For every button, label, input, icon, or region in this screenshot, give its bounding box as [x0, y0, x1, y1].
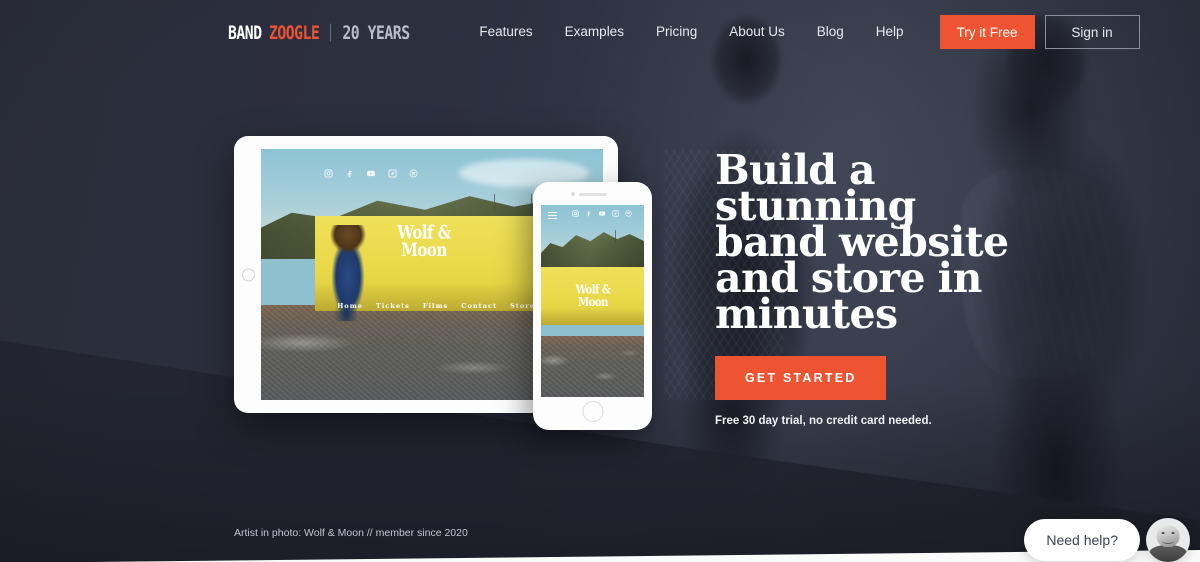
- bandcamp-icon[interactable]: [612, 210, 619, 217]
- instagram-icon[interactable]: [324, 169, 333, 178]
- spotify-icon[interactable]: [409, 169, 418, 178]
- avatar-smile: [1162, 538, 1174, 544]
- facebook-icon[interactable]: [585, 210, 592, 217]
- artwork-utility-pole: [493, 194, 495, 212]
- need-help-button[interactable]: Need help?: [1024, 519, 1140, 561]
- photo-credit-caption: Artist in photo: Wolf & Moon // member s…: [234, 527, 468, 539]
- avatar-body: [1149, 545, 1187, 562]
- artwork-utility-pole: [615, 229, 617, 244]
- band-logo-tablet: Wolf & Moon: [389, 223, 459, 262]
- site-nav-home[interactable]: Home: [337, 302, 363, 310]
- logo-text-zoogle: ZOOGLE: [268, 20, 320, 44]
- site-nav-contact[interactable]: Contact: [461, 302, 497, 310]
- artwork-site-nav-tablet: Home Tickets Films Contact Store: [301, 302, 571, 310]
- need-help-widget: Need help?: [1024, 518, 1190, 562]
- hamburger-menu-icon[interactable]: [548, 212, 557, 219]
- nav-item-pricing[interactable]: Pricing: [640, 25, 713, 39]
- main-navigation: Features Examples Pricing About Us Blog …: [463, 25, 919, 39]
- nav-item-features[interactable]: Features: [463, 25, 548, 39]
- youtube-icon[interactable]: [366, 169, 376, 178]
- band-site-artwork-phone: Wolf & Moon: [541, 205, 644, 397]
- try-it-free-button[interactable]: Try it Free: [939, 15, 1035, 49]
- logo-divider: [330, 23, 332, 41]
- band-logo-phone: Wolf & Moon: [567, 283, 619, 309]
- phone-mockup: Wolf & Moon: [533, 182, 652, 430]
- band-logo-line2: Moon: [578, 295, 608, 309]
- tablet-home-button: [242, 268, 255, 281]
- bandcamp-icon[interactable]: [388, 169, 397, 178]
- nav-item-help[interactable]: Help: [860, 25, 920, 39]
- phone-front-camera: [571, 192, 575, 196]
- spotify-icon[interactable]: [625, 210, 632, 217]
- nav-item-blog[interactable]: Blog: [801, 25, 860, 39]
- artwork-ground-texture: [541, 335, 644, 397]
- logo-tagline: 20 YEARS: [342, 20, 410, 44]
- hero-headline: Build a stunning band website and store …: [715, 146, 1009, 338]
- nav-item-about-us[interactable]: About Us: [713, 25, 801, 39]
- avatar-eye: [1161, 532, 1165, 535]
- site-nav-films[interactable]: Films: [423, 302, 448, 310]
- support-agent-avatar[interactable]: [1146, 518, 1190, 562]
- get-started-button[interactable]: GET STARTED: [715, 356, 887, 400]
- site-nav-tickets[interactable]: Tickets: [376, 302, 410, 310]
- phone-speaker: [578, 193, 607, 196]
- trial-note: Free 30 day trial, no credit card needed…: [715, 415, 932, 427]
- band-logo-line1: Wolf &: [575, 283, 611, 298]
- avatar-eye: [1171, 532, 1175, 535]
- artwork-social-links-tablet: [311, 169, 431, 178]
- site-nav-store[interactable]: Store: [510, 302, 535, 310]
- instagram-icon[interactable]: [572, 210, 579, 217]
- band-logo-line2: Moon: [401, 238, 447, 262]
- phone-home-button: [582, 401, 603, 422]
- hero-section: Build a stunning band website and store …: [715, 146, 1015, 427]
- facebook-icon[interactable]: [345, 169, 354, 178]
- nav-item-examples[interactable]: Examples: [549, 25, 640, 39]
- site-header: BAND ZOOGLE 20 YEARS Features Examples Pr…: [0, 0, 1200, 64]
- logo-text-band: BAND: [228, 20, 262, 44]
- youtube-icon[interactable]: [598, 210, 606, 217]
- landing-page: BAND ZOOGLE 20 YEARS Features Examples Pr…: [0, 0, 1200, 562]
- bandzoogle-logo[interactable]: BAND ZOOGLE 20 YEARS: [228, 21, 410, 43]
- sign-in-button[interactable]: Sign in: [1044, 15, 1140, 49]
- phone-screen: Wolf & Moon: [541, 205, 644, 397]
- artwork-social-links-phone: [569, 210, 635, 217]
